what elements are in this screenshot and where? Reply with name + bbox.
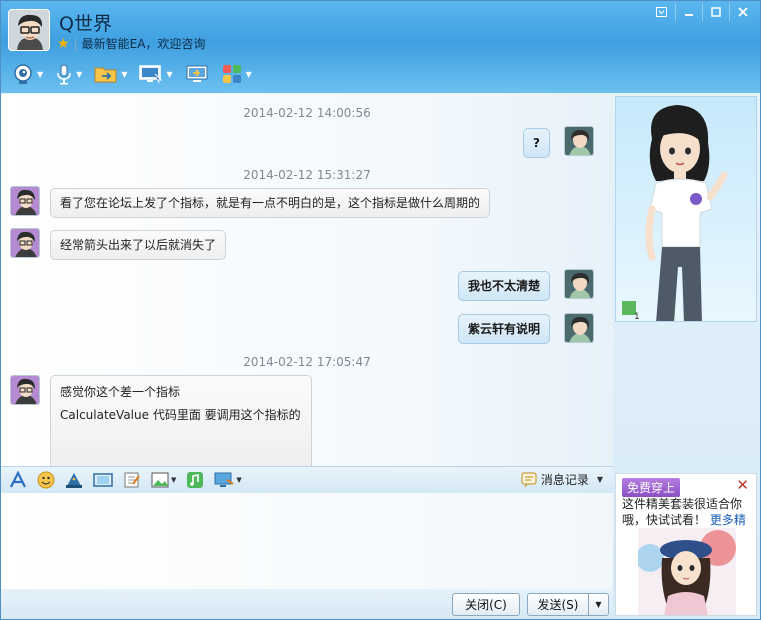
contact-avatar-small[interactable] [10, 375, 40, 405]
remote-assist-button[interactable]: ▼ [136, 61, 175, 87]
font-button[interactable] [7, 469, 29, 491]
image-icon [151, 472, 169, 488]
video-call-button[interactable]: ▼ [9, 61, 46, 87]
minimize-icon [685, 14, 693, 16]
history-icon [521, 472, 537, 487]
note-button[interactable] [121, 469, 143, 491]
avatar-figure: 1 [622, 105, 728, 322]
chevron-down-icon: ▼ [596, 475, 603, 484]
chevron-down-icon: ▼ [595, 600, 602, 609]
message-history[interactable]: 2014-02-12 14:00:56 ? 2014-02-12 15:31:2… [1, 94, 613, 466]
input-toolbar: ▼ ▼ 消息记录 ▼ [1, 466, 613, 493]
emoji-button[interactable] [35, 469, 57, 491]
contact-avatar-small[interactable] [10, 228, 40, 258]
ad-more-link[interactable]: 更多精 [710, 513, 746, 527]
message-input[interactable] [1, 493, 613, 589]
contact-status: ★ | 最新智能EA，欢迎咨询 [57, 35, 205, 52]
minimize-button[interactable] [675, 3, 702, 21]
remote-desktop-icon [139, 65, 163, 84]
font-icon [10, 471, 26, 488]
close-button[interactable]: 关闭(C) [452, 593, 520, 616]
timestamp: 2014-02-12 15:31:27 [243, 168, 371, 182]
ad-close-icon[interactable]: ✕ [736, 476, 749, 494]
contact-avatar-small[interactable] [10, 186, 40, 216]
apps-icon [222, 65, 241, 83]
my-avatar[interactable] [564, 126, 594, 156]
chat-window: Q世界 ★ | 最新智能EA，欢迎咨询 ▼ ▼ ▼ ▼ ▼ 2014-02-12… [0, 0, 761, 620]
monitor-icon [214, 472, 234, 487]
menu-button[interactable] [648, 3, 675, 21]
message-bubble-out[interactable]: ? [523, 128, 550, 158]
star-icon[interactable]: ★ [57, 36, 70, 52]
window-controls [648, 3, 756, 21]
smiley-icon [37, 471, 55, 489]
message-bubble-in[interactable]: 看了您在论坛上发了个指标，就是有一点不明白的是，这个指标是做什么周期的 [50, 188, 491, 218]
share-screen-button[interactable] [182, 61, 212, 87]
main-toolbar: ▼ ▼ ▼ ▼ ▼ [1, 59, 255, 89]
message-line: CalculateValue 代码里面 要调用这个指标的 [60, 408, 301, 422]
show-badge: 1 [634, 312, 640, 322]
timestamp: 2014-02-12 14:00:56 [243, 106, 371, 120]
screenshot-button[interactable] [91, 469, 115, 491]
timestamp: 2014-02-12 17:05:47 [243, 355, 371, 369]
film-icon [93, 473, 113, 487]
my-avatar[interactable] [564, 313, 594, 343]
ad-panel[interactable]: 免费穿上 ✕ 这件精美套装很适合你哦，快试试看！ 更多精 [615, 473, 757, 616]
apps-button[interactable]: ▼ [218, 61, 255, 87]
message-bubble-out[interactable]: 紫云轩有说明 [458, 314, 551, 344]
close-window-button[interactable] [729, 3, 756, 21]
ad-text: 这件精美套装很适合你哦，快试试看！ 更多精 [622, 496, 756, 528]
maximize-button[interactable] [702, 3, 729, 21]
my-avatar[interactable] [564, 269, 594, 299]
avatar-show-panel[interactable]: 1 [615, 96, 757, 322]
status-divider: | [73, 36, 78, 51]
ad-tag[interactable]: 免费穿上 [622, 478, 681, 497]
message-bubble-out[interactable]: 我也不太清楚 [458, 271, 551, 301]
close-icon [738, 7, 748, 17]
music-icon [187, 472, 204, 488]
window-header: Q世界 ★ | 最新智能EA，欢迎咨询 ▼ ▼ ▼ ▼ ▼ [1, 1, 760, 93]
voice-call-button[interactable]: ▼ [52, 61, 85, 87]
message-line: 感觉你这个差一个指标 [60, 385, 181, 399]
transfer-file-icon [94, 67, 117, 83]
wizard-hat-icon [66, 473, 82, 488]
send-options-button[interactable]: ▼ [589, 593, 609, 616]
screen-capture-button[interactable]: ▼ [212, 469, 243, 491]
music-button[interactable] [184, 469, 206, 491]
dropdown-icon [656, 7, 667, 17]
magic-emoji-button[interactable] [63, 469, 85, 491]
image-button[interactable]: ▼ [149, 469, 178, 491]
ad-image[interactable] [638, 528, 736, 615]
send-file-button[interactable]: ▼ [91, 61, 130, 87]
microphone-icon [57, 64, 71, 85]
video-icon [14, 64, 32, 84]
message-bubble-in[interactable]: 经常箭头出来了以后就消失了 [50, 230, 227, 260]
message-bubble-in[interactable]: 感觉你这个差一个指标 CalculateValue 代码里面 要调用这个指标的 [50, 375, 312, 466]
maximize-icon [711, 7, 721, 17]
status-text: 最新智能EA，欢迎咨询 [81, 37, 206, 51]
action-bar: 关闭(C) 发送(S) ▼ [1, 589, 613, 619]
share-screen-icon [186, 65, 208, 82]
history-label: 消息记录 [540, 473, 589, 487]
note-edit-icon [124, 472, 140, 488]
send-button[interactable]: 发送(S) [527, 593, 589, 616]
contact-avatar[interactable] [8, 9, 50, 51]
window-title: Q世界 [59, 13, 112, 35]
message-history-button[interactable]: 消息记录 ▼ [521, 471, 603, 488]
